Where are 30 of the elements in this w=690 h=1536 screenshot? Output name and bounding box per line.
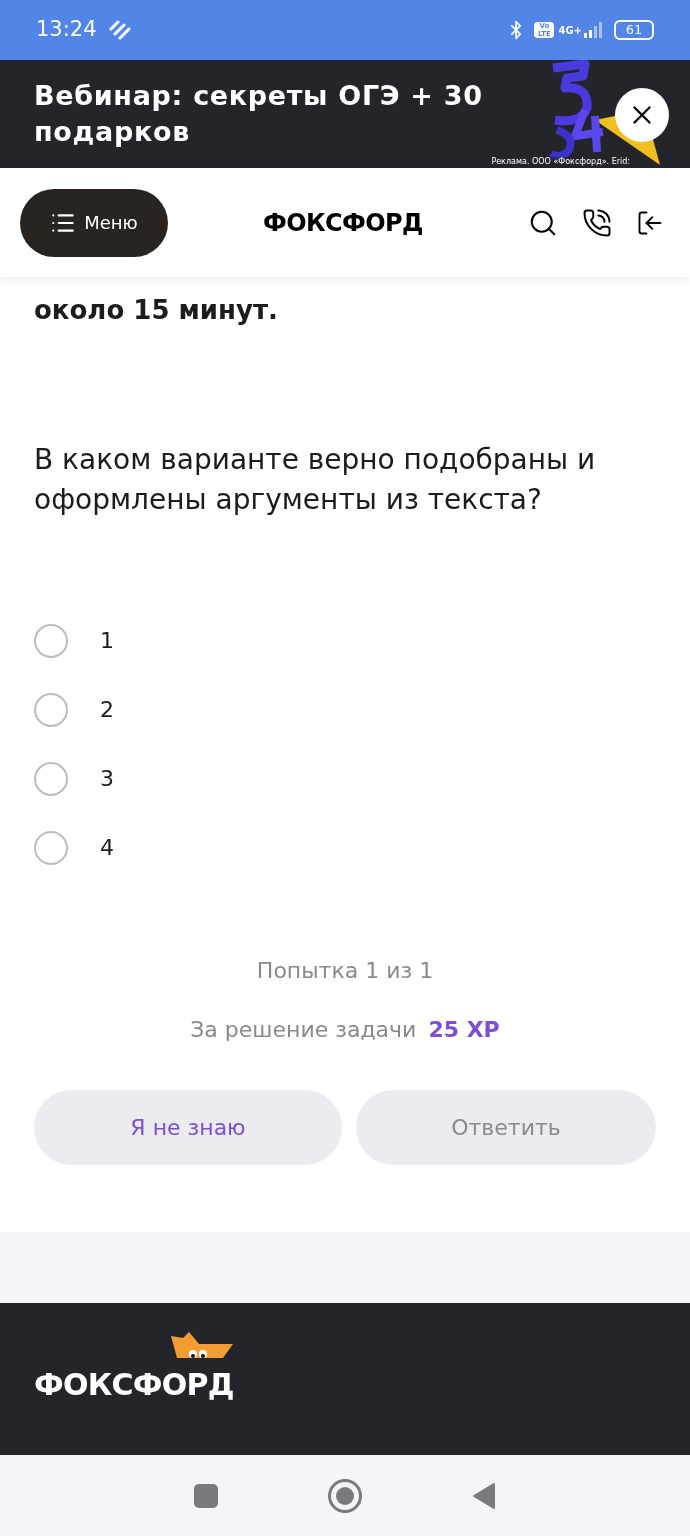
reward-value: 25 XP	[428, 1016, 500, 1044]
menu-button[interactable]: Меню	[20, 188, 168, 257]
attempt-counter: Попытка 1 из 1	[255, 957, 435, 985]
question-text: В каком варианте верно подобраны и оформлены аргументы из текста?	[34, 442, 597, 518]
fox-ears-icon	[169, 1331, 233, 1360]
intro-text: около 15 минут.	[34, 294, 279, 327]
signal-icon	[584, 22, 602, 38]
logo[interactable]: ФОКСФОРД	[263, 204, 423, 241]
footer-logo[interactable]: ФОКСФОРД	[34, 1366, 234, 1402]
phone-icon[interactable]	[582, 207, 612, 238]
close-button[interactable]	[615, 88, 669, 142]
home-icon[interactable]	[328, 1478, 362, 1513]
radio-button[interactable]	[34, 830, 68, 865]
recents-icon[interactable]	[194, 1483, 218, 1508]
radio-button[interactable]	[34, 623, 68, 658]
reward-label: За решение задачи	[190, 1016, 417, 1044]
radio-button[interactable]	[34, 692, 68, 727]
answer-option[interactable]: 1	[34, 606, 656, 675]
ad-banner[interactable]: Вебинар: секреты ОГЭ + 30 подарков Реклама. ООО «Фоксфорд». Erid:	[0, 60, 690, 168]
network-label: 4G+	[558, 23, 582, 38]
answer-option[interactable]: 2	[34, 675, 656, 744]
battery-indicator: 61	[614, 20, 654, 40]
radio-button[interactable]	[34, 761, 68, 796]
ad-title: Вебинар: секреты ОГЭ + 30 подарков	[34, 79, 484, 149]
back-icon[interactable]	[472, 1481, 496, 1510]
answer-option[interactable]: 3	[34, 744, 656, 813]
ad-disclaimer: Реклама. ООО «Фоксфорд». Erid:	[491, 157, 630, 167]
dont-know-button[interactable]: Я не знаю	[34, 1090, 342, 1165]
clock: 13:24	[36, 16, 97, 44]
answer-option[interactable]: 4	[34, 813, 656, 882]
